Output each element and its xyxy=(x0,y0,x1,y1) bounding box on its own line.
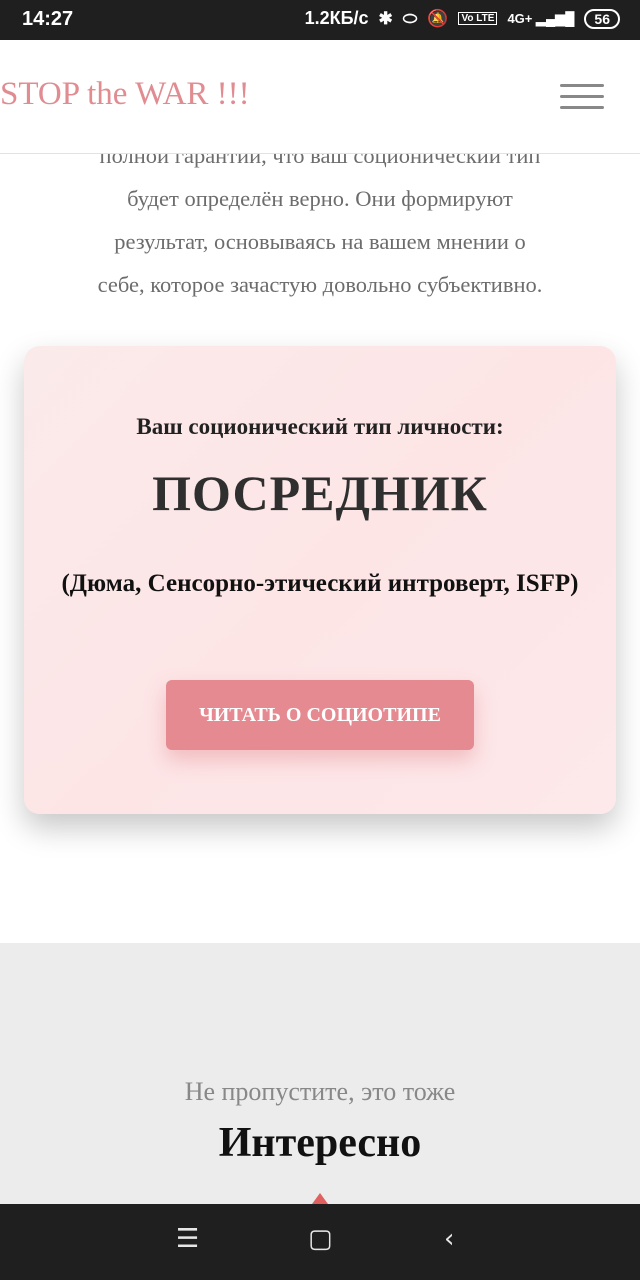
back-icon[interactable]: ‹ xyxy=(444,1224,454,1254)
intro-text-block: полной гарантии, что ваш соционический т… xyxy=(0,154,640,322)
menu-line xyxy=(560,95,604,98)
read-about-type-button[interactable]: ЧИТАТЬ О СОЦИОТИПЕ xyxy=(166,680,474,750)
battery-icon: 56 xyxy=(584,8,620,29)
site-header: STOP the WAR !!! xyxy=(0,40,640,154)
result-card: Ваш соционический тип личности: ПОСРЕДНИ… xyxy=(24,346,616,814)
related-section: Не пропустите, это тоже Интересно xyxy=(0,943,640,1204)
hamburger-menu-icon[interactable] xyxy=(560,84,604,114)
intro-paragraph: полной гарантии, что ваш соционический т… xyxy=(0,154,640,306)
volte-icon: Vo LTE xyxy=(458,12,498,25)
status-time: 14:27 xyxy=(22,8,74,30)
network-speed: 1.2КБ/с xyxy=(304,8,369,28)
network-type: 4G+ xyxy=(507,10,533,26)
recent-apps-icon[interactable]: ☰ xyxy=(176,1224,199,1254)
mute-bell-icon: 🔕 xyxy=(427,8,449,28)
status-bar: 14:27 1.2КБ/с ✱ ⬭ 🔕 Vo LTE 4G+ ▂▄▆█ 56 xyxy=(0,0,640,40)
result-label: Ваш соционический тип личности: xyxy=(136,414,504,439)
bluetooth-icon: ✱ xyxy=(378,8,393,28)
intro-line: результат, основываясь на вашем мнении о xyxy=(114,229,526,254)
android-nav-bar: ☰ ▢ ‹ xyxy=(0,1204,640,1280)
site-logo[interactable]: STOP the WAR !!! xyxy=(0,76,250,113)
menu-line xyxy=(560,106,604,109)
toggle-icon: ⬭ xyxy=(402,8,418,28)
signal-icon: 4G+ ▂▄▆█ xyxy=(507,10,575,26)
intro-line: себе, которое зачастую довольно субъекти… xyxy=(97,272,543,297)
menu-line xyxy=(560,84,604,87)
result-description: (Дюма, Сенсорно-этический интроверт, ISF… xyxy=(61,570,579,597)
home-icon[interactable]: ▢ xyxy=(308,1224,333,1254)
status-icons: 1.2КБ/с ✱ ⬭ 🔕 Vo LTE 4G+ ▂▄▆█ 56 xyxy=(305,8,620,29)
intro-line: полной гарантии, что ваш соционический т… xyxy=(99,154,541,168)
result-type: ПОСРЕДНИК xyxy=(152,465,488,521)
intro-line: будет определён верно. Они формируют xyxy=(127,186,513,211)
triangle-marker-icon xyxy=(312,1193,328,1204)
section-title: Интересно xyxy=(218,1120,422,1166)
section-subtitle: Не пропустите, это тоже xyxy=(184,1077,456,1106)
